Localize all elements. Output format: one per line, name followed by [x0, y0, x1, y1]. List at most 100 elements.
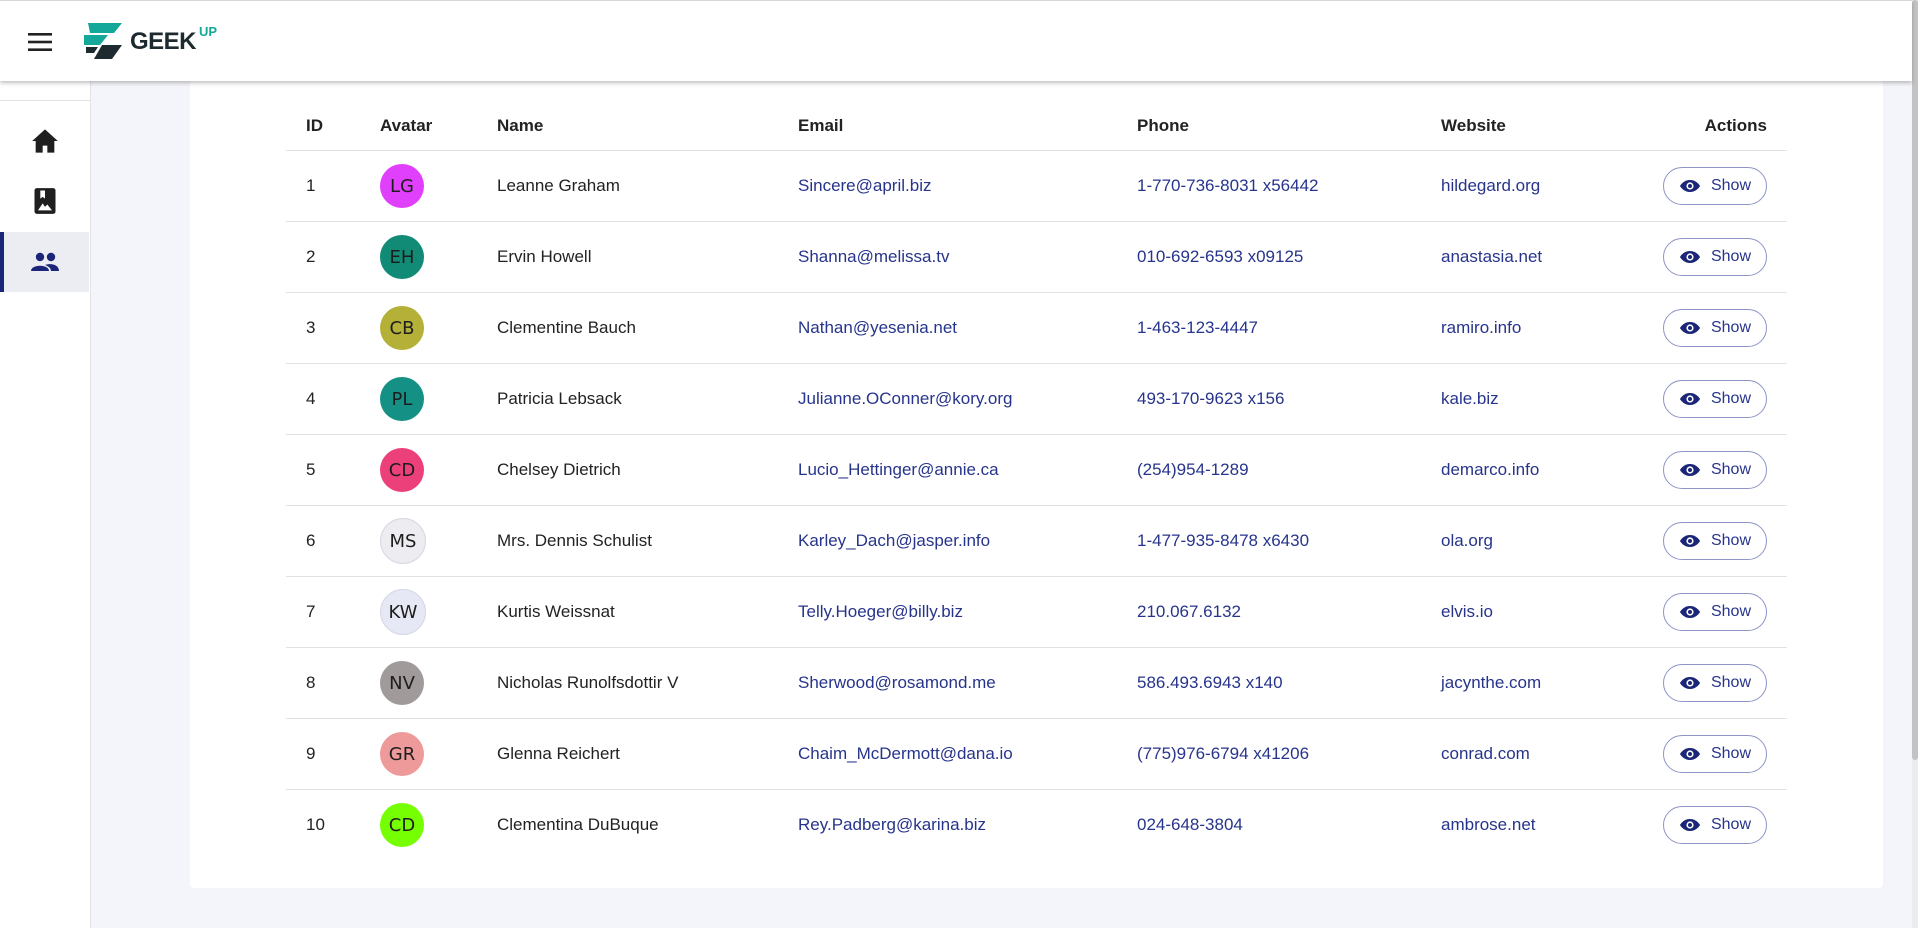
user-email-link[interactable]: Chaim_McDermott@dana.io — [778, 718, 1117, 790]
user-id: 6 — [286, 505, 360, 577]
sidebar-divider — [0, 100, 90, 101]
user-website-link[interactable]: ola.org — [1421, 505, 1591, 577]
column-header-avatar: Avatar — [360, 102, 477, 151]
avatar-initials: NV — [389, 672, 415, 694]
user-website-link[interactable]: demarco.info — [1421, 434, 1591, 506]
eye-icon — [1679, 180, 1700, 192]
logo-text: GEEK — [130, 28, 197, 55]
avatar-initials: LG — [390, 175, 414, 197]
user-email-link[interactable]: Nathan@yesenia.net — [778, 292, 1117, 364]
user-website-link[interactable]: ambrose.net — [1421, 790, 1591, 861]
eye-icon — [1679, 677, 1700, 689]
actions-cell: Show — [1591, 505, 1787, 577]
show-button[interactable]: Show — [1663, 593, 1767, 631]
user-phone-link[interactable]: 493-170-9623 x156 — [1117, 363, 1421, 435]
show-button[interactable]: Show — [1663, 309, 1767, 347]
user-email-link[interactable]: Karley_Dach@jasper.info — [778, 505, 1117, 577]
table-row: 7 KW Kurtis Weissnat Telly.Hoeger@billy.biz… — [286, 576, 1787, 648]
sidebar-item-users[interactable] — [0, 232, 89, 292]
show-button[interactable]: Show — [1663, 380, 1767, 418]
show-button[interactable]: Show — [1663, 735, 1767, 773]
table-row: 6 MS Mrs. Dennis Schulist Karley_Dach@jaspe… — [286, 505, 1787, 577]
user-website-link[interactable]: jacynthe.com — [1421, 647, 1591, 719]
show-button-label: Show — [1710, 248, 1752, 265]
column-header-actions: Actions — [1591, 102, 1787, 151]
geekup-logo[interactable]: GEEK UP — [82, 21, 217, 61]
table-row: 4 PL Patricia Lebsack Julianne.OConner@kory… — [286, 363, 1787, 435]
hamburger-menu-icon[interactable] — [22, 27, 58, 57]
user-name: Nicholas Runolfsdottir V — [477, 647, 778, 719]
user-phone-link[interactable]: 024-648-3804 — [1117, 790, 1421, 861]
show-button[interactable]: Show — [1663, 238, 1767, 276]
users-table: ID Avatar Name Email Phone Website Actio… — [286, 102, 1787, 860]
avatar: GR — [380, 732, 424, 776]
users-table-body: 1 LG Leanne Graham Sincere@april.biz 1-770-7… — [286, 150, 1787, 861]
user-id: 5 — [286, 434, 360, 506]
user-phone-link[interactable]: 1-770-736-8031 x56442 — [1117, 150, 1421, 222]
show-button-label: Show — [1710, 532, 1752, 549]
user-phone-link[interactable]: 010-692-6593 x09125 — [1117, 221, 1421, 293]
avatar-initials: CD — [388, 814, 416, 836]
table-row: 3 CB Clementine Bauch Nathan@yesenia.net 1-4… — [286, 292, 1787, 364]
user-id: 10 — [306, 815, 325, 834]
actions-cell: Show — [1591, 718, 1787, 790]
user-email-link[interactable]: Julianne.OConner@kory.org — [778, 363, 1117, 435]
user-website-link[interactable]: conrad.com — [1421, 718, 1591, 790]
avatar-cell: MS — [360, 505, 477, 577]
avatar: NV — [380, 661, 424, 705]
column-header-id: ID — [286, 102, 360, 151]
eye-icon — [1679, 322, 1700, 334]
sidebar-item-home[interactable] — [0, 111, 89, 171]
user-id: 3 — [286, 292, 360, 364]
user-website-link[interactable]: ramiro.info — [1421, 292, 1591, 364]
user-email-link[interactable]: Rey.Padberg@karina.biz — [778, 790, 1117, 861]
user-email-link[interactable]: Lucio_Hettinger@annie.ca — [778, 434, 1117, 506]
user-phone-link[interactable]: 210.067.6132 — [1117, 576, 1421, 648]
user-website-link[interactable]: elvis.io — [1421, 576, 1591, 648]
actions-cell: Show — [1591, 790, 1787, 861]
avatar-cell: CD — [360, 434, 477, 506]
show-button[interactable]: Show — [1663, 167, 1767, 205]
avatar-cell: EH — [360, 221, 477, 293]
user-name: Clementine Bauch — [477, 292, 778, 364]
user-website-link[interactable]: anastasia.net — [1421, 221, 1591, 293]
avatar-cell: GR — [360, 718, 477, 790]
user-phone-link[interactable]: 586.493.6943 x140 — [1117, 647, 1421, 719]
show-button[interactable]: Show — [1663, 806, 1767, 844]
avatar-cell: PL — [360, 363, 477, 435]
avatar-cell: CD — [360, 790, 477, 861]
avatar-initials: CB — [389, 317, 415, 339]
users-card: ID Avatar Name Email Phone Website Actio… — [190, 80, 1883, 888]
scrollbar-track[interactable] — [1912, 0, 1918, 928]
user-phone-link[interactable]: (254)954-1289 — [1117, 434, 1421, 506]
show-button-label: Show — [1710, 603, 1752, 620]
user-phone-link[interactable]: (775)976-6794 x41206 — [1117, 718, 1421, 790]
user-name: Mrs. Dennis Schulist — [477, 505, 778, 577]
column-header-website: Website — [1421, 102, 1591, 151]
user-id: 1 — [286, 150, 360, 222]
show-button-label: Show — [1710, 745, 1752, 762]
user-email-link[interactable]: Sherwood@rosamond.me — [778, 647, 1117, 719]
sidebar-item-albums[interactable] — [0, 171, 89, 231]
show-button[interactable]: Show — [1663, 664, 1767, 702]
user-website-link[interactable]: kale.biz — [1421, 363, 1591, 435]
user-phone-link[interactable]: 1-477-935-8478 x6430 — [1117, 505, 1421, 577]
sidebar — [0, 80, 91, 928]
user-email-link[interactable]: Sincere@april.biz — [778, 150, 1117, 222]
show-button[interactable]: Show — [1663, 451, 1767, 489]
user-phone-link[interactable]: 1-463-123-4447 — [1117, 292, 1421, 364]
user-name: Chelsey Dietrich — [477, 434, 778, 506]
column-header-email: Email — [778, 102, 1117, 151]
scrollbar-thumb[interactable] — [1912, 0, 1918, 760]
avatar: CD — [380, 448, 424, 492]
eye-icon — [1679, 251, 1700, 263]
avatar-initials: MS — [389, 530, 417, 552]
user-website-link[interactable]: hildegard.org — [1421, 150, 1591, 222]
show-button[interactable]: Show — [1663, 522, 1767, 560]
actions-cell: Show — [1591, 292, 1787, 364]
avatar-cell: CB — [360, 292, 477, 364]
show-button-label: Show — [1710, 177, 1752, 194]
actions-cell: Show — [1591, 647, 1787, 719]
user-email-link[interactable]: Telly.Hoeger@billy.biz — [778, 576, 1117, 648]
user-email-link[interactable]: Shanna@melissa.tv — [778, 221, 1117, 293]
